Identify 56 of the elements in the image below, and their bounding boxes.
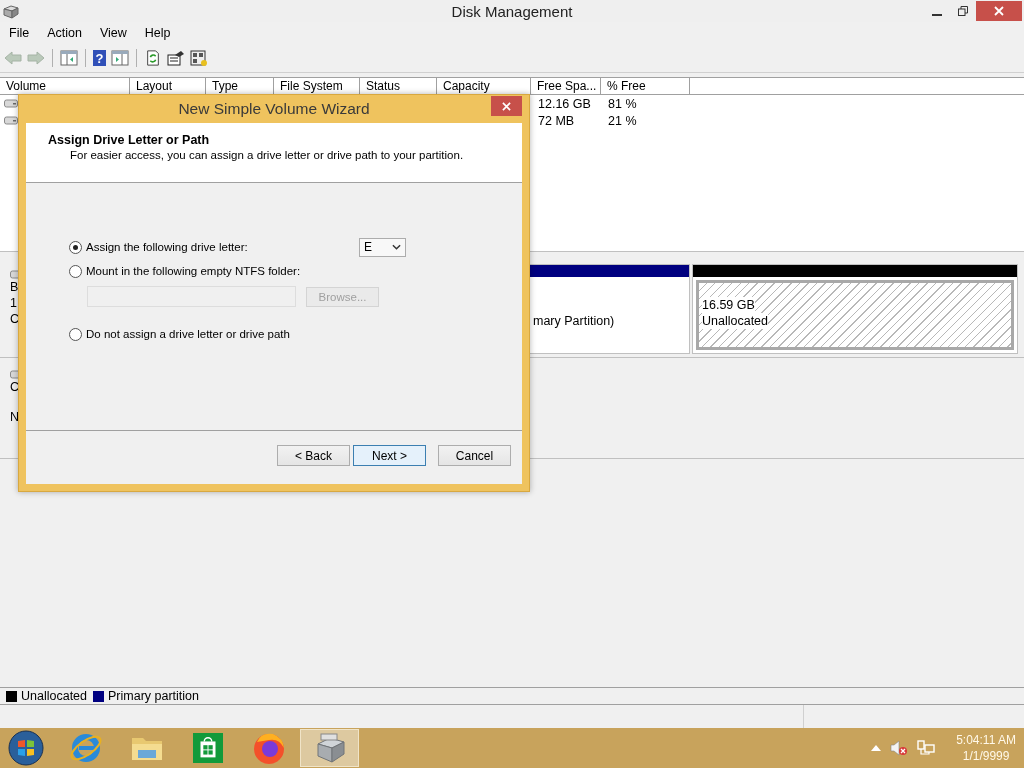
refresh-icon[interactable]: [144, 50, 162, 66]
page-description: For easier access, you can assign a drive letter or drive path to your partition.: [69, 149, 465, 161]
table-cell-text: 21 %: [607, 113, 638, 128]
show-hidden-icons-icon[interactable]: [871, 745, 882, 751]
window-title: Disk Management: [451, 3, 573, 20]
close-icon: [994, 6, 1004, 16]
speaker-muted-icon[interactable]: [890, 740, 909, 756]
radio-button[interactable]: [69, 327, 82, 341]
partition-label: Unallocated: [702, 313, 768, 329]
column-header[interactable]: % Free: [601, 78, 690, 95]
legend-label: Unallocated: [21, 689, 87, 703]
network-icon[interactable]: [917, 740, 936, 756]
help-icon[interactable]: ?: [93, 50, 106, 66]
disk-label: N: [10, 409, 20, 425]
disk-label: C: [10, 379, 20, 395]
radio-button[interactable]: [69, 240, 82, 254]
column-header[interactable]: Volume: [0, 78, 130, 95]
close-icon: [502, 101, 511, 111]
radio-label[interactable]: Do not assign a drive letter or drive path: [86, 328, 290, 340]
volume-icon: [4, 116, 18, 125]
console-tree-icon[interactable]: [60, 50, 78, 66]
start-orb-icon[interactable]: [8, 730, 44, 766]
menu-item[interactable]: View: [90, 26, 136, 40]
page-heading: Assign Drive Letter or Path: [48, 133, 211, 147]
partition-label: 16.59 GB: [702, 297, 755, 313]
disk-label: 1: [10, 295, 17, 311]
dialog-button[interactable]: Cancel: [438, 445, 511, 466]
menu-item[interactable]: Action: [38, 26, 91, 40]
dialog-button[interactable]: < Back: [277, 445, 350, 466]
action-pane-icon[interactable]: [111, 50, 129, 66]
table-cell-text: 81 %: [607, 96, 638, 111]
legend-label: Primary partition: [108, 689, 199, 703]
dialog-title: New Simple Volume Wizard: [178, 100, 370, 118]
store-icon[interactable]: [192, 733, 223, 763]
close-button[interactable]: [976, 1, 1022, 21]
radio-label[interactable]: Assign the following drive letter:: [86, 241, 248, 253]
dialog-button[interactable]: Next >: [353, 445, 426, 466]
drive-letter-dropdown[interactable]: E: [359, 237, 406, 257]
table-cell-text: 12.16 GB: [537, 96, 592, 111]
close-button[interactable]: [491, 96, 522, 116]
properties-icon[interactable]: [167, 50, 185, 66]
unallocated-partition[interactable]: 16.59 GB Unallocated: [692, 264, 1018, 354]
column-header[interactable]: Free Spa...: [531, 78, 601, 95]
minimize-icon: [932, 13, 942, 16]
caret-icon: [392, 244, 401, 250]
radio-button[interactable]: [69, 264, 82, 278]
table-cell-text: 72 MB: [537, 113, 576, 128]
volume-icon: [4, 99, 18, 108]
app-icon[interactable]: [3, 3, 19, 19]
radio-label[interactable]: Mount in the following empty NTFS folder:: [86, 265, 301, 277]
rescan-icon[interactable]: [190, 50, 208, 66]
disk-label: B: [10, 279, 19, 295]
disk-label: C: [10, 311, 20, 327]
menu-item[interactable]: Help: [135, 26, 180, 40]
restore-icon: [958, 6, 968, 16]
menu-item[interactable]: File: [0, 26, 39, 40]
